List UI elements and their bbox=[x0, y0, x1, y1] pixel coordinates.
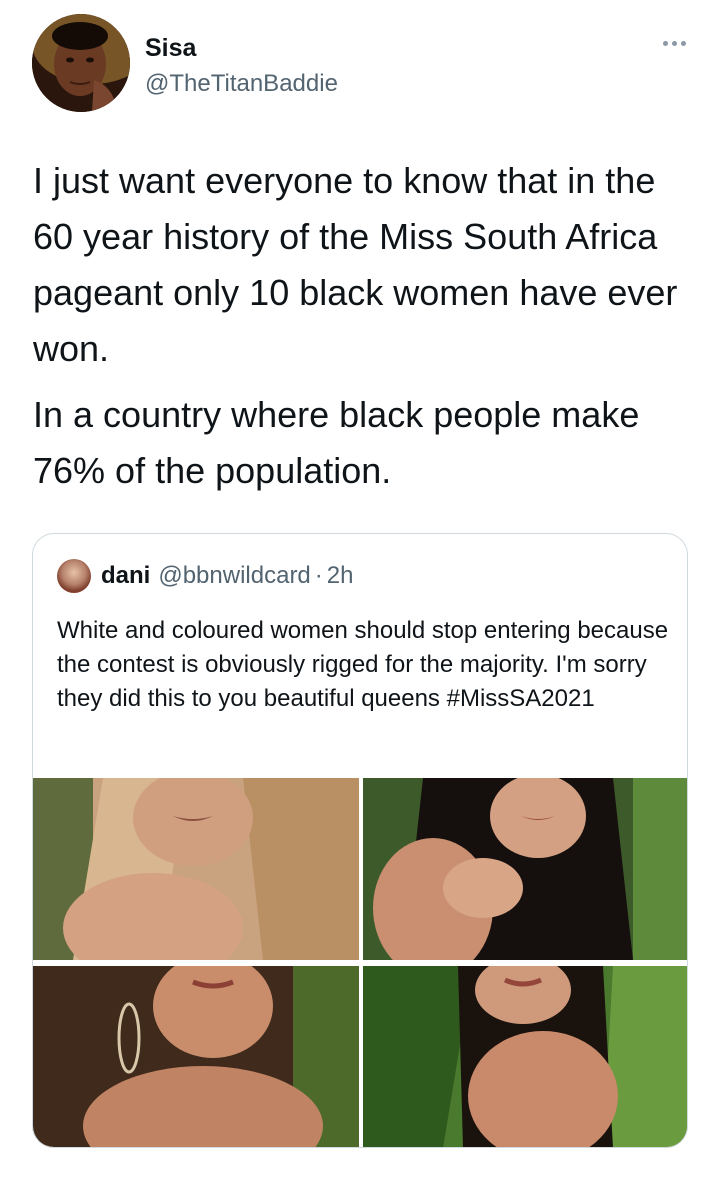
quoted-tweet-header: dani @bbnwildcard · 2h bbox=[57, 559, 353, 593]
media-photo[interactable] bbox=[363, 966, 687, 1147]
tweet-paragraph: I just want everyone to know that in the… bbox=[33, 160, 678, 369]
quoted-author-name: dani bbox=[101, 562, 151, 589]
media-photo[interactable] bbox=[33, 966, 359, 1147]
author-avatar[interactable] bbox=[32, 14, 130, 112]
media-photo[interactable] bbox=[363, 778, 687, 960]
tweet-text: I just want everyone to know that in the… bbox=[33, 153, 693, 509]
quoted-author-avatar bbox=[57, 559, 91, 593]
separator: · bbox=[314, 562, 323, 589]
quoted-tweet[interactable]: dani @bbnwildcard · 2h White and coloure… bbox=[32, 533, 688, 1148]
author-handle[interactable]: @TheTitanBaddie bbox=[145, 70, 338, 98]
tweet-paragraph: In a country where black people make 76%… bbox=[33, 394, 640, 491]
media-grid bbox=[33, 778, 687, 1147]
tweet-header: Sisa @TheTitanBaddie bbox=[32, 14, 692, 114]
quoted-timestamp: 2h bbox=[326, 562, 354, 589]
more-options-icon[interactable] bbox=[656, 36, 692, 50]
media-photo[interactable] bbox=[33, 778, 359, 960]
author-name[interactable]: Sisa bbox=[145, 34, 196, 63]
quoted-tweet-text: White and coloured women should stop ent… bbox=[57, 617, 669, 712]
quoted-author-handle: @bbnwildcard bbox=[158, 562, 311, 589]
